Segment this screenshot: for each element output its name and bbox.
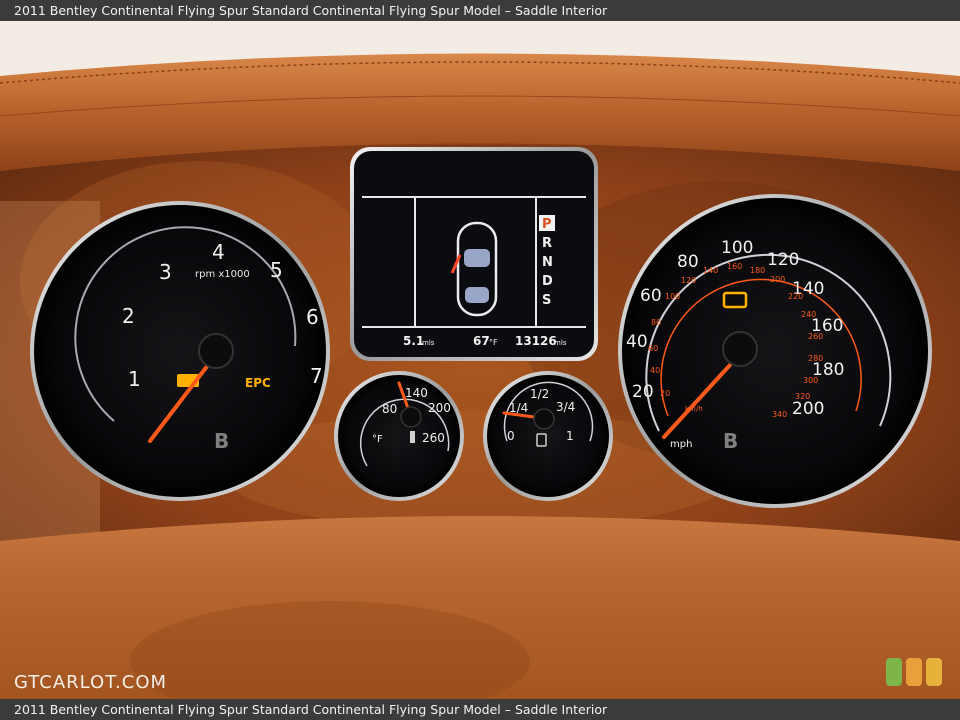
gear-d: D [542,274,553,289]
traffic-light-icon-yellow [926,658,942,686]
mph-tick-80: 80 [677,252,699,272]
outside-temp: 67 [473,334,490,348]
kmh-tick-160: 160 [727,262,742,271]
mph-tick-200: 200 [792,399,824,419]
kmh-tick-200: 200 [770,275,785,284]
kmh-tick-180: 180 [750,266,765,275]
gtcarlot-watermark: GTCARLOT.COM [14,672,168,693]
traffic-light-icon-orange [906,658,922,686]
fuel-tick-three-quarters: 3/4 [556,400,575,414]
bentley-logo-left: B [214,429,229,453]
kmh-tick-80: 80 [651,318,661,327]
epc-warning: EPC [245,376,271,390]
dashboard-photo: 1 2 3 4 5 6 7 rpm x1000 EPC B P R N D S … [0,21,960,699]
top-caption: 2011 Bentley Continental Flying Spur Sta… [0,0,960,21]
center-display: P R N D S 5.1 mls 67 °F 13126 mls [350,147,598,361]
kmh-tick-140: 140 [703,266,718,275]
bentley-logo-right: B [723,429,738,453]
kmh-tick-20: 20 [660,389,670,398]
kmh-tick-60: 60 [648,344,658,353]
odometer-value: 13126 [515,334,557,348]
traffic-light-icon-green [886,658,902,686]
gear-s: S [542,293,551,308]
temperature-gauge: 80 140 200 260 °F [334,371,464,501]
tach-tick-5: 5 [270,258,283,282]
mph-tick-100: 100 [721,238,753,258]
range-unit: mls [422,339,435,347]
kmh-tick-120: 120 [681,276,696,285]
temp-unit: °F [372,434,383,445]
fuel-gauge: 0 1/4 1/2 3/4 1 [483,371,613,501]
kmh-tick-340: 340 [772,410,787,419]
kmh-tick-100: 100 [665,292,680,301]
temp-tick-260: 260 [422,431,445,445]
kmh-tick-220: 220 [788,292,803,301]
kmh-tick-240: 240 [801,310,816,319]
tach-tick-7: 7 [310,364,323,388]
temp-tick-140: 140 [405,386,428,400]
tach-tick-4: 4 [212,240,225,264]
kmh-tick-320: 320 [795,392,810,401]
gear-p: P [542,217,552,232]
mph-tick-20: 20 [632,382,654,402]
fuel-tick-half: 1/2 [530,387,549,401]
kmh-tick-40: 40 [650,366,660,375]
tach-tick-2: 2 [122,304,135,328]
tach-tick-1: 1 [128,367,141,391]
gear-r: R [542,236,552,251]
outside-temp-unit: °F [489,338,498,347]
mph-tick-60: 60 [640,286,662,306]
mph-tick-40: 40 [626,332,648,352]
kmh-tick-280: 280 [808,354,823,363]
tach-tick-3: 3 [159,260,172,284]
speed-hub [722,331,758,367]
kmh-tick-300: 300 [803,376,818,385]
gear-n: N [542,255,553,270]
tach-hub [198,333,234,369]
tach-unit: rpm x1000 [195,269,250,280]
speedometer: 20 40 60 80 100 120 140 160 180 200 20 4… [618,194,932,508]
mph-tick-120: 120 [767,250,799,270]
temp-tick-80: 80 [382,402,397,416]
coolant-icon [410,431,415,443]
temp-tick-200: 200 [428,401,451,415]
tach-tick-6: 6 [306,305,319,329]
mph-unit: mph [670,439,692,450]
tachometer: 1 2 3 4 5 6 7 rpm x1000 EPC B [30,201,330,501]
bottom-caption: 2011 Bentley Continental Flying Spur Sta… [0,699,960,720]
kmh-tick-260: 260 [808,332,823,341]
odometer-unit: mls [554,339,567,347]
fuel-tick-0: 0 [507,429,515,443]
fuel-tick-full: 1 [566,429,574,443]
